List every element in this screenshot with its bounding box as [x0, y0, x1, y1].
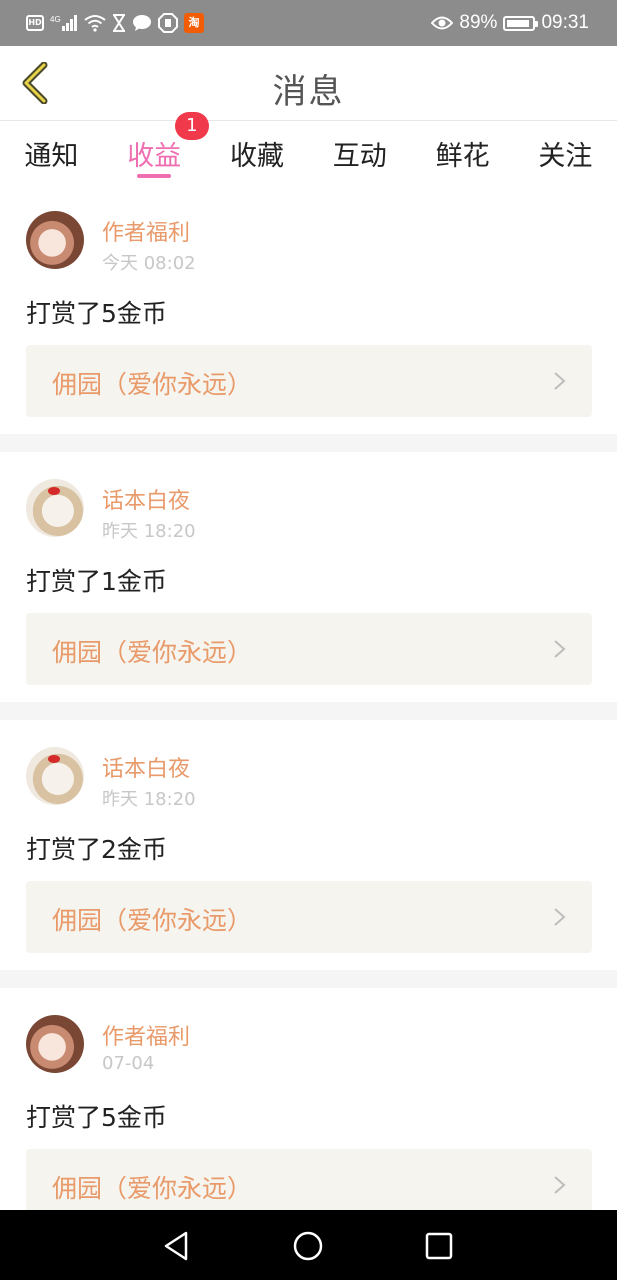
work-link[interactable]: 佣园（爱你永远） — [26, 345, 592, 417]
triangle-back-icon — [164, 1231, 188, 1261]
message-time: 昨天 18:20 — [102, 521, 196, 542]
chevron-right-icon — [554, 908, 566, 926]
network-type: 4G — [50, 15, 61, 24]
status-icons-right: 89% 09:31 — [431, 11, 589, 35]
message-time: 07-04 — [102, 1053, 155, 1074]
work-link[interactable]: 佣园（爱你永远） — [26, 881, 592, 953]
clock: 09:31 — [541, 12, 589, 33]
tab-label: 关注 — [538, 141, 593, 172]
work-title: 佣园（爱你永远） — [52, 1174, 253, 1203]
tab-label: 鲜花 — [435, 141, 490, 172]
page-title: 消息 — [272, 72, 345, 112]
tab-interactions[interactable]: 互动 — [308, 122, 411, 184]
eye-icon — [431, 13, 454, 33]
tab-follows[interactable]: 关注 — [514, 122, 617, 184]
tab-bar: 通知 收益 1 收藏 互动 鲜花 关注 — [0, 112, 617, 184]
nav-back-button[interactable] — [158, 1228, 194, 1264]
square-recents-icon — [425, 1232, 453, 1260]
divider — [0, 702, 617, 720]
tab-notifications[interactable]: 通知 — [0, 122, 103, 184]
hd-icon: HD — [26, 15, 44, 31]
work-title: 佣园（爱你永远） — [52, 906, 253, 935]
nav-recents-button[interactable] — [421, 1228, 457, 1264]
work-title: 佣园（爱你永远） — [52, 370, 253, 399]
avatar[interactable] — [26, 747, 84, 805]
avatar[interactable] — [26, 1015, 84, 1073]
wifi-icon — [84, 13, 106, 33]
taobao-icon: 淘 — [184, 13, 204, 33]
tab-label: 收益 — [127, 141, 182, 172]
tab-label: 互动 — [332, 141, 387, 172]
tab-label: 通知 — [24, 141, 79, 172]
tab-flowers[interactable]: 鲜花 — [411, 122, 514, 184]
message-time: 昨天 18:20 — [102, 789, 196, 810]
work-link[interactable]: 佣园（爱你永远） — [26, 613, 592, 685]
message-card: 话本白夜 昨天 18:20 打赏了2金币 佣园（爱你永远） — [0, 720, 617, 970]
nav-home-button[interactable] — [290, 1228, 326, 1264]
message-text: 打赏了5金币 — [26, 1103, 167, 1132]
signal-icon: 4G — [50, 13, 78, 33]
status-icons-left: HD 4G 淘 — [26, 12, 204, 34]
divider — [0, 970, 617, 988]
avatar[interactable] — [26, 211, 84, 269]
message-list: 作者福利 今天 08:02 打赏了5金币 佣园（爱你永远） 话本白夜 昨天 18… — [0, 184, 617, 1238]
message-text: 打赏了1金币 — [26, 567, 167, 596]
tab-earnings[interactable]: 收益 1 — [103, 112, 209, 184]
chevron-right-icon — [554, 640, 566, 658]
tab-favorites[interactable]: 收藏 — [206, 122, 309, 184]
chevron-right-icon — [554, 372, 566, 390]
avatar[interactable] — [26, 479, 84, 537]
battery-percent: 89% — [459, 12, 498, 33]
circle-home-icon — [293, 1231, 323, 1261]
message-text: 打赏了2金币 — [26, 835, 167, 864]
message-card: 话本白夜 昨天 18:20 打赏了1金币 佣园（爱你永远） — [0, 452, 617, 702]
tab-label: 收藏 — [229, 141, 284, 172]
active-tab-indicator — [137, 174, 172, 178]
message-text: 打赏了5金币 — [26, 299, 167, 328]
header: 消息 — [0, 46, 617, 121]
message-card: 作者福利 今天 08:02 打赏了5金币 佣园（爱你永远） — [0, 184, 617, 434]
message-time: 今天 08:02 — [102, 253, 196, 274]
system-nav-bar — [0, 1210, 617, 1280]
hourglass-icon — [112, 13, 126, 33]
sender-name[interactable]: 作者福利 — [102, 1019, 190, 1051]
chat-bubble-icon — [132, 13, 152, 33]
sender-name[interactable]: 作者福利 — [102, 215, 190, 247]
status-bar: HD 4G 淘 89% 09:31 — [0, 0, 617, 46]
app-shield-icon — [158, 13, 178, 33]
battery-icon — [503, 15, 539, 31]
message-card: 作者福利 07-04 打赏了5金币 佣园（爱你永远） — [0, 988, 617, 1238]
work-title: 佣园（爱你永远） — [52, 638, 253, 667]
unread-badge: 1 — [174, 112, 209, 140]
sender-name[interactable]: 话本白夜 — [102, 483, 190, 515]
divider — [0, 434, 617, 452]
chevron-right-icon — [554, 1176, 566, 1194]
sender-name[interactable]: 话本白夜 — [102, 751, 190, 783]
